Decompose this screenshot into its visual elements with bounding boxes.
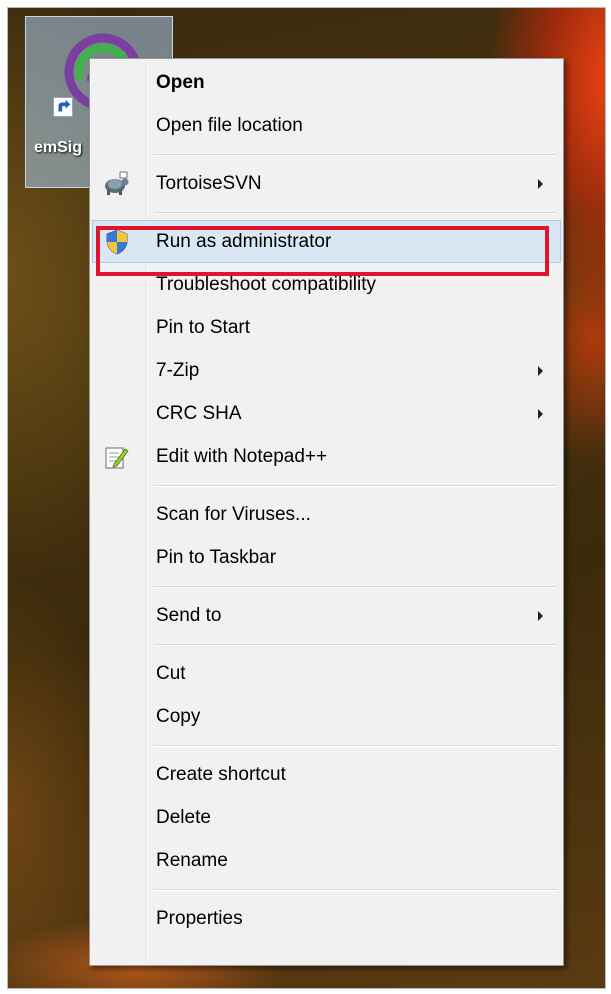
menu-item-label: Scan for Viruses...	[156, 503, 311, 525]
menu-separator	[92, 478, 561, 493]
menu-item-create-shortcut[interactable]: Create shortcut	[92, 753, 561, 796]
menu-item-delete[interactable]: Delete	[92, 796, 561, 839]
menu-item-label: Open file location	[156, 114, 303, 136]
menu-separator	[92, 637, 561, 652]
menu-separator	[92, 738, 561, 753]
submenu-arrow-icon	[538, 408, 543, 419]
submenu-arrow-icon	[538, 365, 543, 376]
menu-separator	[92, 205, 561, 220]
menu-item-label: Send to	[156, 604, 222, 626]
menu-item-tortoisesvn[interactable]: TortoiseSVN	[92, 162, 561, 205]
menu-item-label: Properties	[156, 907, 243, 929]
menu-item-crc-sha[interactable]: CRC SHA	[92, 392, 561, 435]
menu-item-run-as-administrator[interactable]: Run as administrator	[92, 220, 561, 263]
menu-item-label: Pin to Taskbar	[156, 546, 277, 568]
menu-item-label: CRC SHA	[156, 402, 242, 424]
context-menu: Open Open file location TortoiseSVN Run …	[89, 58, 564, 966]
menu-separator	[92, 579, 561, 594]
menu-item-label: Pin to Start	[156, 316, 250, 338]
menu-item-cut[interactable]: Cut	[92, 652, 561, 695]
menu-separator	[92, 147, 561, 162]
menu-item-label: Open	[156, 71, 205, 93]
submenu-arrow-icon	[538, 178, 543, 189]
menu-item-copy[interactable]: Copy	[92, 695, 561, 738]
menu-item-edit-with-notepad-plus-plus[interactable]: Edit with Notepad++	[92, 435, 561, 478]
menu-item-label: Delete	[156, 806, 211, 828]
menu-item-label: 7-Zip	[156, 359, 200, 381]
menu-item-label: Troubleshoot compatibility	[156, 273, 377, 295]
shortcut-arrow-icon	[53, 97, 73, 117]
menu-item-pin-to-taskbar[interactable]: Pin to Taskbar	[92, 536, 561, 579]
menu-list: Open Open file location TortoiseSVN Run …	[92, 61, 561, 940]
menu-item-troubleshoot-compatibility[interactable]: Troubleshoot compatibility	[92, 263, 561, 306]
tortoisesvn-icon	[105, 171, 129, 195]
menu-item-label: Run as administrator	[156, 230, 332, 252]
menu-item-label: Cut	[156, 662, 186, 684]
menu-item-pin-to-start[interactable]: Pin to Start	[92, 306, 561, 349]
submenu-arrow-icon	[538, 610, 543, 621]
menu-item-label: Copy	[156, 705, 201, 727]
menu-item-label: Create shortcut	[156, 763, 286, 785]
menu-item-7-zip[interactable]: 7-Zip	[92, 349, 561, 392]
menu-item-label: TortoiseSVN	[156, 172, 262, 194]
menu-separator	[92, 882, 561, 897]
menu-item-scan-for-viruses[interactable]: Scan for Viruses...	[92, 493, 561, 536]
uac-shield-icon	[106, 229, 128, 254]
shortcut-label: emSig	[34, 139, 83, 156]
menu-item-label: Rename	[156, 849, 228, 871]
notepad-plus-plus-icon	[105, 447, 129, 468]
menu-item-open-file-location[interactable]: Open file location	[92, 104, 561, 147]
menu-item-properties[interactable]: Properties	[92, 897, 561, 940]
menu-item-send-to[interactable]: Send to	[92, 594, 561, 637]
menu-item-rename[interactable]: Rename	[92, 839, 561, 882]
desktop-background: emSig Open Open file location TortoiseSV…	[7, 7, 606, 989]
menu-item-open[interactable]: Open	[92, 61, 561, 104]
menu-item-label: Edit with Notepad++	[156, 445, 328, 467]
